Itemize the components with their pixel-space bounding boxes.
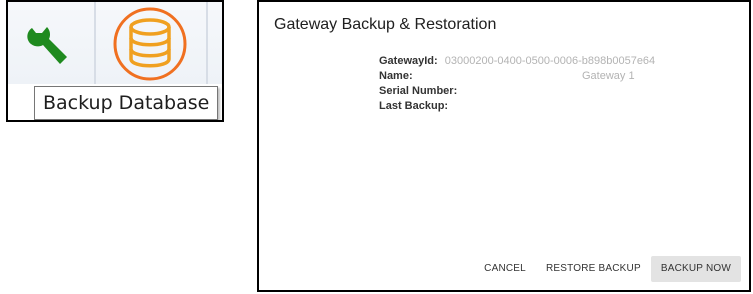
gateway-id-row: GatewayId: 03000200-0400-0500-0006-b898b… [379,54,739,69]
serial-number-label: Serial Number: [379,85,458,97]
backup-restore-dialog: Gateway Backup & Restoration GatewayId: … [257,0,751,292]
database-icon [113,7,187,81]
last-backup-row: Last Backup: [379,99,739,114]
dialog-actions: CANCEL RESTORE BACKUP BACKUP NOW [474,256,741,282]
last-backup-label: Last Backup: [379,100,449,112]
screenshot-canvas: Backup Database Gateway Backup & Restora… [0,0,753,294]
settings-tool-button[interactable] [22,20,74,68]
name-label: Name: [379,70,413,82]
gateway-info: GatewayId: 03000200-0400-0500-0006-b898b… [379,54,739,114]
toolbar [8,2,222,84]
toolbar-separator [206,2,208,84]
name-row: Name: Gateway 1 [379,69,739,84]
toolbar-separator [94,2,96,84]
name-value: Gateway 1 [582,70,635,82]
toolbar-snippet: Backup Database [6,0,224,122]
cancel-button[interactable]: CANCEL [474,256,536,282]
tooltip: Backup Database [34,86,219,120]
serial-number-row: Serial Number: [379,84,739,99]
backup-database-button[interactable] [108,4,192,84]
dialog-title: Gateway Backup & Restoration [274,16,497,33]
restore-backup-button[interactable]: RESTORE BACKUP [536,256,651,282]
gateway-id-label: GatewayId: [379,55,438,67]
gateway-id-value: 03000200-0400-0500-0006-b898b0057e64 [444,55,656,67]
wrench-icon [27,27,67,64]
backup-now-button[interactable]: BACKUP NOW [650,256,741,282]
